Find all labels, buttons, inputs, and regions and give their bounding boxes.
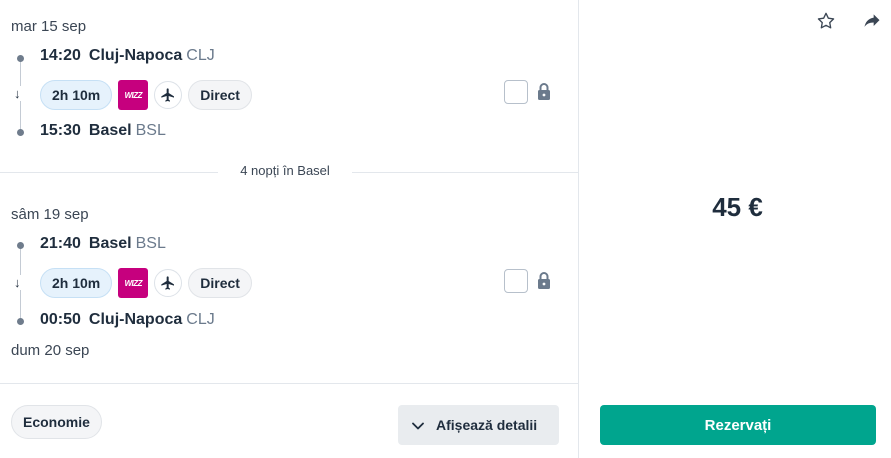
airline-logo: WIZZ: [118, 268, 149, 298]
airline-logo-text: WIZZ: [124, 278, 143, 288]
lock-icon: [536, 271, 552, 291]
outbound-segment-info: 2h 10m WIZZ Direct: [40, 79, 252, 111]
price-panel: 45 € Rezervați: [580, 0, 891, 458]
outbound-arrival: 15:30 Basel BSL: [40, 122, 166, 140]
outbound-select-checkbox[interactable]: [504, 80, 528, 104]
departure-time: 21:40: [40, 235, 81, 252]
stay-duration-label: 4 nopți în Basel: [218, 163, 352, 178]
outbound-arrival-dot: [17, 129, 24, 136]
share-icon[interactable]: [862, 11, 882, 31]
arrow-down-icon: ↓: [14, 86, 21, 101]
plane-icon: [154, 81, 183, 109]
footer-separator: [0, 383, 579, 384]
arrival-time: 00:50: [40, 311, 81, 328]
inbound-arrival-date: dum 20 sep: [11, 342, 90, 359]
departure-city: Basel: [88, 235, 132, 252]
inbound-date: sâm 19 sep: [11, 206, 89, 223]
arrival-time: 15:30: [40, 122, 81, 139]
price-amount: 45 €: [712, 192, 763, 222]
star-icon[interactable]: [816, 11, 836, 31]
outbound-date: mar 15 sep: [11, 18, 87, 35]
inbound-segment-info: 2h 10m WIZZ Direct: [40, 267, 252, 299]
airline-logo-text: WIZZ: [124, 90, 143, 100]
arrow-down-icon: ↓: [14, 275, 21, 290]
inbound-arrival: 00:50 Cluj-Napoca CLJ: [40, 311, 215, 329]
airline-logo: WIZZ: [118, 80, 149, 110]
outbound-departure-dot: [17, 55, 24, 62]
arrival-city: Basel: [88, 122, 132, 139]
departure-airport-code: BSL: [135, 235, 166, 252]
inbound-arrival-dot: [17, 318, 24, 325]
arrival-airport-code: BSL: [135, 122, 166, 139]
flight-result-card: mar 15 sep ↓ 14:20 Cluj-Napoca CLJ 2h 10m …: [0, 0, 891, 458]
itinerary-panel: mar 15 sep ↓ 14:20 Cluj-Napoca CLJ 2h 10m …: [0, 0, 579, 458]
outbound-departure: 14:20 Cluj-Napoca CLJ: [40, 47, 215, 65]
lock-icon: [536, 82, 552, 102]
arrival-city: Cluj-Napoca: [88, 311, 183, 328]
show-details-button[interactable]: Afișează detalii: [398, 405, 559, 445]
book-button[interactable]: Rezervați: [600, 405, 876, 445]
direct-chip: Direct: [188, 268, 252, 298]
inbound-select-checkbox[interactable]: [504, 269, 528, 293]
departure-time: 14:20: [40, 47, 81, 64]
inbound-departure-dot: [17, 242, 24, 249]
chevron-down-icon: [412, 417, 424, 433]
stay-divider-left: [0, 172, 218, 173]
departure-airport-code: CLJ: [186, 47, 215, 64]
plane-icon: [154, 269, 183, 297]
departure-city: Cluj-Napoca: [88, 47, 183, 64]
duration-chip: 2h 10m: [40, 268, 113, 298]
show-details-label: Afișează detalii: [436, 417, 538, 433]
duration-chip: 2h 10m: [40, 80, 113, 110]
arrival-airport-code: CLJ: [186, 311, 215, 328]
cabin-class-badge: Economie: [11, 405, 102, 439]
stay-divider-right: [352, 172, 579, 173]
direct-chip: Direct: [188, 80, 252, 110]
inbound-departure: 21:40 Basel BSL: [40, 235, 166, 253]
